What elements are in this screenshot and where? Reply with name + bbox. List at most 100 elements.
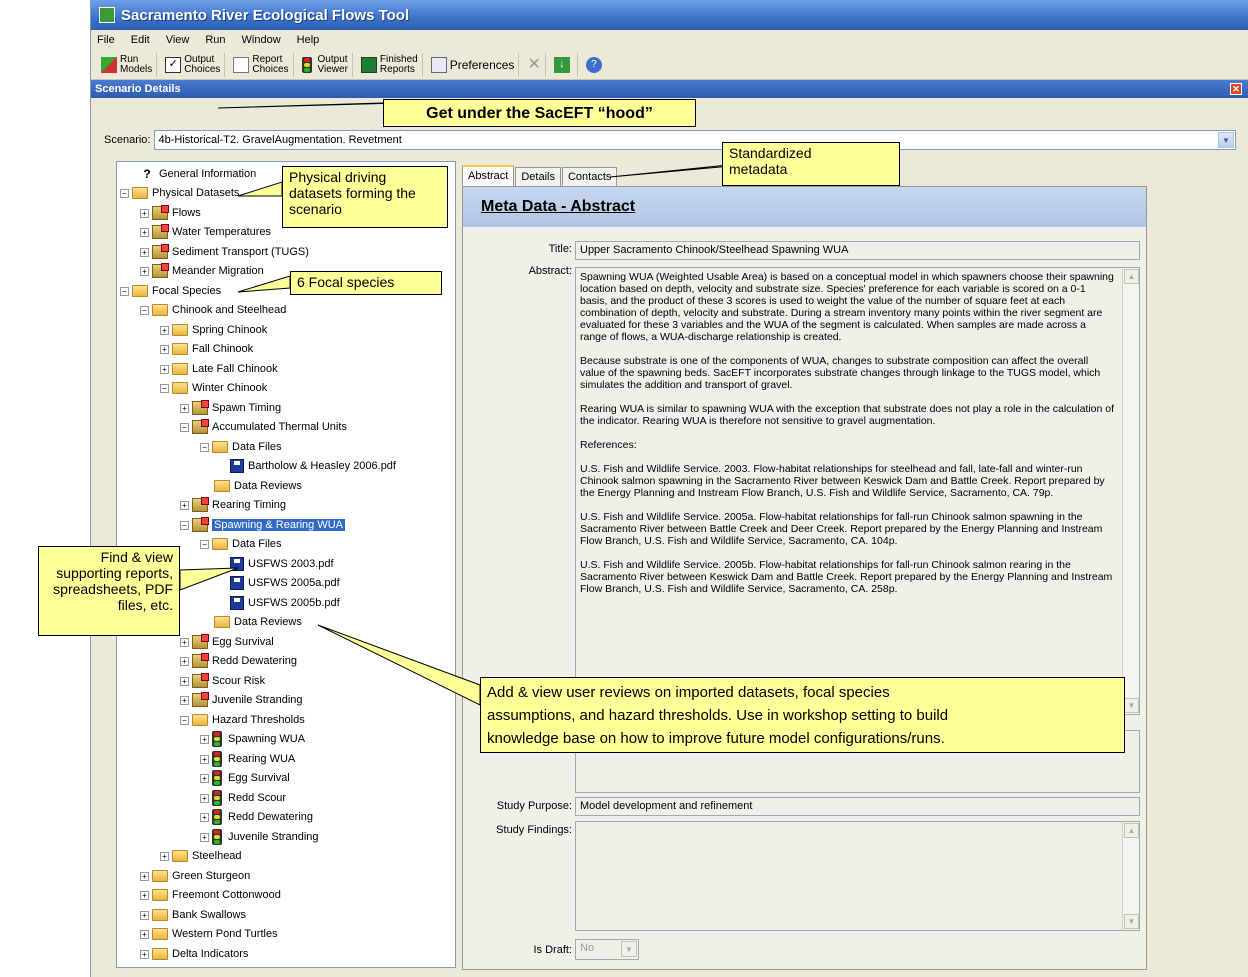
tree-item-threshold[interactable]: + Spawning WUA bbox=[200, 730, 305, 748]
tab-abstract[interactable]: Abstract bbox=[462, 165, 515, 187]
download-button[interactable]: ↓ bbox=[550, 52, 578, 77]
tree-item-late-fall-chinook[interactable]: + Late Fall Chinook bbox=[160, 360, 278, 378]
tree-item-file[interactable]: Bartholow & Heasley 2006.pdf bbox=[230, 457, 396, 475]
tree-item-file[interactable]: USFWS 2005a.pdf bbox=[230, 574, 340, 592]
collapse-icon[interactable]: − bbox=[160, 383, 169, 393]
expand-icon[interactable]: + bbox=[140, 949, 149, 959]
expand-icon[interactable]: + bbox=[140, 208, 149, 218]
title-field[interactable]: Upper Sacramento Chinook/Steelhead Spawn… bbox=[575, 241, 1140, 260]
panel-close-icon[interactable]: ✕ bbox=[1230, 83, 1242, 95]
expand-icon[interactable]: + bbox=[140, 871, 149, 881]
tree-item-focal-species[interactable]: − Focal Species bbox=[120, 282, 221, 300]
menu-run[interactable]: Run bbox=[205, 34, 225, 46]
tree-item-data-files[interactable]: − Data Files bbox=[200, 535, 282, 553]
tree-item-spring-chinook[interactable]: + Spring Chinook bbox=[160, 321, 267, 339]
collapse-icon[interactable]: − bbox=[200, 442, 209, 452]
findings-scrollbar[interactable]: ▲ ▼ bbox=[1122, 822, 1139, 930]
preferences-button[interactable]: Preferences bbox=[427, 52, 520, 77]
tree-item-threshold[interactable]: + Egg Survival bbox=[200, 769, 290, 787]
expand-icon[interactable]: + bbox=[200, 773, 209, 783]
tree-item-scour-risk[interactable]: + Scour Risk bbox=[180, 672, 265, 690]
expand-icon[interactable]: + bbox=[180, 403, 189, 413]
tree-item-data-reviews[interactable]: Data Reviews bbox=[214, 613, 302, 631]
tree-item-bank-swallows[interactable]: + Bank Swallows bbox=[140, 906, 246, 924]
menu-view[interactable]: View bbox=[166, 34, 190, 46]
collapse-icon[interactable]: − bbox=[120, 286, 129, 296]
tree-item-juvenile-stranding[interactable]: + Juvenile Stranding bbox=[180, 691, 303, 709]
tree-item-fall-chinook[interactable]: + Fall Chinook bbox=[160, 340, 253, 358]
expand-icon[interactable]: + bbox=[140, 929, 149, 939]
expand-icon[interactable]: + bbox=[200, 754, 209, 764]
run-models-button[interactable]: Run Models bbox=[97, 52, 158, 77]
menu-help[interactable]: Help bbox=[297, 34, 320, 46]
scenario-select[interactable]: 4b-Historical-T2. GravelAugmentation. Re… bbox=[154, 130, 1236, 150]
tree-item-hazard-thresholds[interactable]: − Hazard Thresholds bbox=[180, 711, 305, 729]
tree-item-general-information[interactable]: ? General Information bbox=[141, 165, 256, 183]
expand-icon[interactable]: + bbox=[180, 695, 189, 705]
tree-item-data-reviews[interactable]: Data Reviews bbox=[214, 477, 302, 495]
collapse-icon[interactable]: − bbox=[180, 715, 189, 725]
study-purpose-field[interactable]: Model development and refinement bbox=[575, 797, 1140, 816]
menu-file[interactable]: File bbox=[97, 34, 115, 46]
delete-button[interactable]: ✕ bbox=[523, 52, 546, 77]
tree-item-delta-indicators[interactable]: + Delta Indicators bbox=[140, 945, 248, 963]
abstract-scrollbar[interactable]: ▲ ▼ bbox=[1122, 268, 1139, 714]
expand-icon[interactable]: + bbox=[200, 812, 209, 822]
tree-item-threshold[interactable]: + Rearing WUA bbox=[200, 750, 295, 768]
tree-item-threshold[interactable]: + Juvenile Stranding bbox=[200, 828, 319, 846]
collapse-icon[interactable]: − bbox=[120, 188, 129, 198]
expand-icon[interactable]: + bbox=[180, 500, 189, 510]
expand-icon[interactable]: + bbox=[200, 734, 209, 744]
tree-item-western-pond-turtles[interactable]: + Western Pond Turtles bbox=[140, 925, 278, 943]
expand-icon[interactable]: + bbox=[160, 851, 169, 861]
expand-icon[interactable]: + bbox=[180, 676, 189, 686]
expand-icon[interactable]: + bbox=[160, 325, 169, 335]
collapse-icon[interactable]: − bbox=[180, 422, 189, 432]
tree-item-green-sturgeon[interactable]: + Green Sturgeon bbox=[140, 867, 250, 885]
tree-item-physical-datasets[interactable]: − Physical Datasets bbox=[120, 184, 239, 202]
expand-icon[interactable]: + bbox=[200, 793, 209, 803]
expand-icon[interactable]: + bbox=[140, 890, 149, 900]
collapse-icon[interactable]: − bbox=[140, 305, 149, 315]
tree-item-threshold[interactable]: + Redd Scour bbox=[200, 789, 286, 807]
tree-item-threshold[interactable]: + Redd Dewatering bbox=[200, 808, 313, 826]
chevron-down-icon[interactable]: ▼ bbox=[1218, 132, 1234, 148]
expand-icon[interactable]: + bbox=[140, 227, 149, 237]
tree-item-rearing-timing[interactable]: + Rearing Timing bbox=[180, 496, 286, 514]
expand-icon[interactable]: + bbox=[160, 344, 169, 354]
is-draft-select[interactable]: No ▼ bbox=[575, 939, 639, 960]
scroll-up-icon[interactable]: ▲ bbox=[1124, 269, 1139, 284]
help-button[interactable]: ? bbox=[582, 53, 609, 77]
study-findings-field[interactable]: ▲ ▼ bbox=[575, 821, 1140, 931]
tab-contacts[interactable]: Contacts bbox=[561, 167, 618, 187]
finished-reports-button[interactable]: Finished Reports bbox=[357, 52, 423, 77]
expand-icon[interactable]: + bbox=[180, 656, 189, 666]
expand-icon[interactable]: + bbox=[140, 247, 149, 257]
menu-edit[interactable]: Edit bbox=[131, 34, 150, 46]
tree-item-steelhead[interactable]: + Steelhead bbox=[160, 847, 242, 865]
output-viewer-button[interactable]: Output Viewer bbox=[298, 52, 353, 77]
tree-item-data-files[interactable]: − Data Files bbox=[200, 438, 282, 456]
tab-details[interactable]: Details bbox=[515, 167, 561, 187]
tree-item-winter-chinook[interactable]: − Winter Chinook bbox=[160, 379, 267, 397]
tree-item-redd-dewatering[interactable]: + Redd Dewatering bbox=[180, 652, 297, 670]
expand-icon[interactable]: + bbox=[180, 637, 189, 647]
tree-item-water-temperatures[interactable]: + Water Temperatures bbox=[140, 223, 271, 241]
tree-item-meander-migration[interactable]: + Meander Migration bbox=[140, 262, 264, 280]
scroll-up-icon[interactable]: ▲ bbox=[1124, 823, 1139, 838]
expand-icon[interactable]: + bbox=[160, 364, 169, 374]
expand-icon[interactable]: + bbox=[200, 832, 209, 842]
tree-item-file[interactable]: USFWS 2005b.pdf bbox=[230, 594, 340, 612]
tree-item-freemont-cottonwood[interactable]: + Freemont Cottonwood bbox=[140, 886, 281, 904]
tree-item-flows[interactable]: + Flows bbox=[140, 204, 201, 222]
output-choices-button[interactable]: ✓ Output Choices bbox=[161, 52, 226, 77]
tree-item-spawn-timing[interactable]: + Spawn Timing bbox=[180, 399, 281, 417]
menu-window[interactable]: Window bbox=[242, 34, 281, 46]
scroll-down-icon[interactable]: ▼ bbox=[1124, 914, 1139, 929]
tree-item-sediment-transport[interactable]: + Sediment Transport (TUGS) bbox=[140, 243, 309, 261]
tree-item-file[interactable]: USFWS 2003.pdf bbox=[230, 555, 334, 573]
chevron-down-icon[interactable]: ▼ bbox=[621, 941, 637, 957]
collapse-icon[interactable]: − bbox=[180, 520, 189, 530]
report-choices-button[interactable]: Report Choices bbox=[229, 52, 294, 77]
tree-item-chinook-steelhead[interactable]: − Chinook and Steelhead bbox=[140, 301, 286, 319]
